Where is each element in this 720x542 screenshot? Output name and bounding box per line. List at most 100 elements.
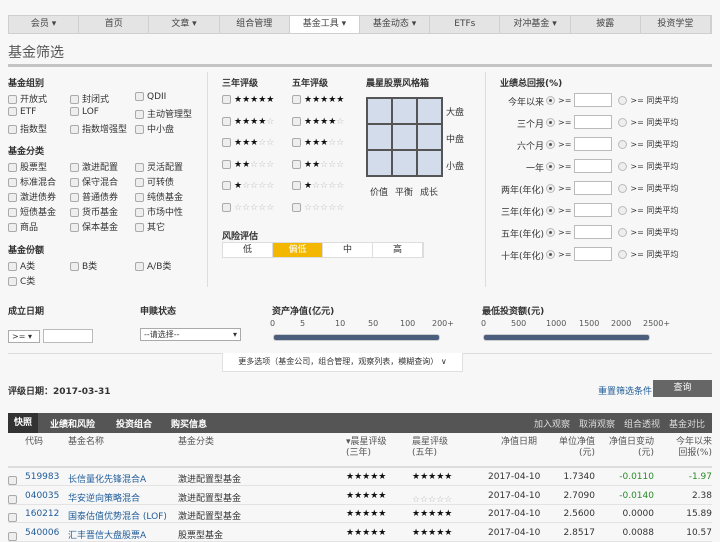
style-box-cell[interactable] [392, 150, 417, 176]
rating-option[interactable]: ★★★★★ [292, 95, 344, 105]
checkbox-icon[interactable] [70, 125, 79, 134]
checkbox-icon[interactable] [292, 116, 301, 126]
nav-tab[interactable]: 组合管理 [220, 16, 290, 33]
checkbox-icon[interactable] [8, 163, 17, 172]
rating-option[interactable]: ☆☆☆☆☆ [222, 202, 274, 213]
return-value-input[interactable] [574, 181, 613, 195]
checkbox-icon[interactable] [70, 193, 79, 202]
rating-option[interactable]: ★★★★☆ [222, 116, 274, 127]
inception-operator-select[interactable]: >= ▾ [8, 330, 40, 343]
nav-size-slider[interactable] [273, 334, 440, 341]
rating-option[interactable]: ★★☆☆☆ [292, 159, 344, 170]
query-button[interactable]: 查询 [653, 380, 712, 397]
checkbox-fund_share[interactable]: A类 [8, 259, 35, 272]
fund-code-link[interactable]: 519983 [25, 472, 59, 482]
style-box-cell[interactable] [417, 124, 442, 150]
inception-date-input[interactable] [43, 329, 93, 343]
checkbox-fund_category[interactable]: 保本基金 [70, 220, 118, 233]
checkbox-icon[interactable] [135, 223, 144, 232]
checkbox-icon[interactable] [8, 476, 17, 485]
radio-button[interactable] [546, 249, 555, 259]
checkbox-fund_group[interactable]: 封闭式 [70, 92, 109, 105]
fund-code-link[interactable]: 540006 [25, 528, 59, 538]
result-tab[interactable]: 业绩和风险 [50, 417, 95, 430]
checkbox-icon[interactable] [292, 202, 301, 212]
checkbox-fund_category[interactable]: 激进债券 [8, 190, 56, 203]
style-box-cell[interactable] [417, 150, 442, 176]
radio-button[interactable] [618, 227, 628, 237]
radio-button[interactable] [546, 95, 555, 105]
return-value-input[interactable] [574, 225, 613, 239]
checkbox-icon[interactable] [8, 277, 17, 286]
table-action-link[interactable]: 基金对比 [669, 417, 705, 430]
checkbox-icon[interactable] [8, 178, 17, 187]
fund-name-link[interactable]: 华安逆向策略混合 [68, 491, 140, 504]
nav-tab[interactable]: 会员 ▾ [9, 16, 80, 33]
result-tab[interactable]: 快照 [8, 413, 39, 433]
result-tab[interactable]: 投资组合 [116, 417, 152, 430]
checkbox-fund_category[interactable]: 灵活配置 [135, 160, 183, 173]
checkbox-icon[interactable] [70, 107, 79, 116]
checkbox-icon[interactable] [70, 178, 79, 187]
radio-button[interactable] [546, 161, 555, 171]
checkbox-icon[interactable] [8, 107, 17, 116]
checkbox-icon[interactable] [70, 208, 79, 217]
nav-tab[interactable]: 首页 [79, 16, 150, 33]
checkbox-fund_group[interactable]: 指数型 [8, 122, 47, 135]
checkbox-fund_category[interactable]: 纯债基金 [135, 190, 183, 203]
checkbox-fund_category[interactable]: 货币基金 [70, 205, 118, 218]
checkbox-icon[interactable] [70, 95, 79, 104]
checkbox-fund_group[interactable]: 指数增强型 [70, 122, 127, 135]
min-invest-slider[interactable] [483, 334, 650, 341]
checkbox-fund_group[interactable]: 中小盘 [135, 122, 174, 135]
checkbox-icon[interactable] [135, 125, 144, 134]
rating-option[interactable]: ★★★☆☆ [292, 138, 344, 148]
checkbox-fund_category[interactable]: 其它 [135, 220, 165, 233]
checkbox-icon[interactable] [135, 178, 144, 187]
style-box-cell[interactable] [367, 124, 392, 150]
checkbox-fund_category[interactable]: 普通债券 [70, 190, 118, 203]
return-value-input[interactable] [574, 159, 613, 173]
nav-tab[interactable]: 对冲基金 ▾ [500, 16, 571, 33]
rating-option[interactable]: ★★★★★ [222, 95, 274, 105]
radio-button[interactable] [618, 117, 628, 127]
reset-filters-link[interactable]: 重置筛选条件 [598, 384, 652, 397]
rating-option[interactable]: ★☆☆☆☆ [292, 181, 344, 191]
checkbox-fund_share[interactable]: A/B类 [135, 259, 171, 272]
return-value-input[interactable] [574, 93, 613, 107]
radio-button[interactable] [546, 205, 555, 215]
checkbox-icon[interactable] [135, 262, 144, 271]
checkbox-icon[interactable] [8, 223, 17, 232]
rating-option[interactable]: ★☆☆☆☆ [222, 181, 274, 191]
checkbox-icon[interactable] [292, 159, 301, 169]
checkbox-icon[interactable] [70, 163, 79, 172]
nav-tab[interactable]: 文章 ▾ [149, 16, 220, 33]
style-box-cell[interactable] [392, 124, 417, 150]
nav-tab[interactable]: 基金工具 ▾ [289, 16, 361, 33]
checkbox-icon[interactable] [222, 138, 231, 147]
column-header[interactable]: 晨星评级 (五年) [412, 437, 472, 459]
checkbox-icon[interactable] [222, 95, 231, 104]
checkbox-icon[interactable] [292, 95, 301, 104]
fund-name-link[interactable]: 汇丰晋信大盘股票A [68, 528, 146, 541]
checkbox-icon[interactable] [135, 92, 144, 101]
risk-option[interactable]: 低 [223, 243, 273, 257]
checkbox-icon[interactable] [292, 181, 301, 190]
nav-tab[interactable]: 基金动态 ▾ [360, 16, 431, 33]
checkbox-icon[interactable] [135, 110, 144, 119]
radio-button[interactable] [618, 249, 628, 259]
risk-option[interactable]: 高 [373, 243, 423, 257]
checkbox-icon[interactable] [8, 193, 17, 202]
return-value-input[interactable] [574, 247, 613, 261]
checkbox-fund_category[interactable]: 短债基金 [8, 205, 56, 218]
result-tab[interactable]: 购买信息 [171, 417, 207, 430]
fund-name-link[interactable]: 长信量化先锋混合A [68, 472, 146, 485]
radio-button[interactable] [618, 139, 628, 149]
return-value-input[interactable] [574, 115, 613, 129]
checkbox-icon[interactable] [222, 202, 231, 212]
fund-code-link[interactable]: 040035 [25, 491, 59, 501]
checkbox-fund_share[interactable]: C类 [8, 274, 35, 287]
fund-name-link[interactable]: 国泰估值优势混合 (LOF) [68, 509, 167, 522]
checkbox-icon[interactable] [8, 531, 17, 541]
risk-option[interactable]: 中 [323, 243, 373, 257]
